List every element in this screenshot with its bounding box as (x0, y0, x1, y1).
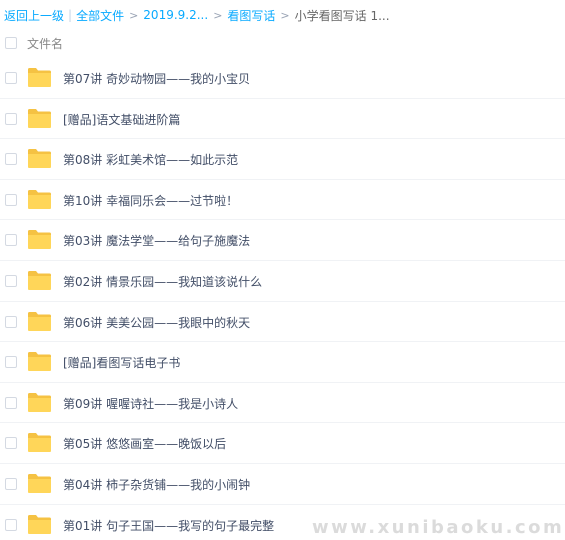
list-item[interactable]: 第02讲 情景乐园——我知道该说什么 (0, 261, 565, 302)
breadcrumb-all-files[interactable]: 全部文件 (76, 7, 124, 24)
list-header: 文件名 (0, 30, 565, 56)
list-item[interactable]: 第08讲 彩虹美术馆——如此示范 (0, 139, 565, 180)
breadcrumb-separator: > (213, 8, 223, 22)
row-checkbox[interactable] (5, 234, 17, 247)
folder-icon (27, 108, 52, 129)
folder-icon (27, 351, 52, 372)
row-checkbox[interactable] (5, 315, 17, 328)
folder-icon (27, 67, 52, 88)
back-link[interactable]: 返回上一级 (4, 7, 64, 24)
folder-name[interactable]: [赠品]语文基础进阶篇 (63, 111, 180, 128)
folder-name[interactable]: 第10讲 幸福同乐会——过节啦！ (63, 192, 238, 209)
breadcrumb-separator: > (129, 8, 139, 22)
folder-name[interactable]: 第09讲 喔喔诗社——我是小诗人 (63, 395, 238, 412)
row-checkbox[interactable] (5, 437, 17, 450)
folder-name[interactable]: 第03讲 魔法学堂——给句子施魔法 (63, 232, 250, 249)
breadcrumb-current: 小学看图写话 1... (294, 8, 390, 23)
folder-name[interactable]: 第07讲 奇妙动物园——我的小宝贝 (63, 70, 250, 87)
folder-name[interactable]: 第04讲 柿子杂货铺——我的小闹钟 (63, 476, 250, 493)
list-item[interactable]: [赠品]看图写话电子书 (0, 342, 565, 383)
row-checkbox[interactable] (5, 72, 17, 84)
column-header-filename[interactable]: 文件名 (27, 35, 63, 52)
folder-icon (27, 148, 52, 169)
folder-icon (27, 311, 52, 332)
folder-icon (27, 229, 52, 250)
folder-name[interactable]: 第08讲 彩虹美术馆——如此示范 (63, 151, 238, 168)
row-checkbox[interactable] (5, 112, 17, 125)
folder-name[interactable]: 第01讲 句子王国——我写的句子最完整 (63, 517, 274, 534)
folder-name[interactable]: 第02讲 情景乐园——我知道该说什么 (63, 273, 262, 290)
breadcrumb-separator: > (280, 8, 290, 22)
select-all-checkbox[interactable] (5, 37, 17, 49)
breadcrumb: 返回上一级 | 全部文件 > 2019.9.2... > 看图写话 > 小学看图… (4, 7, 390, 23)
list-item[interactable]: 第10讲 幸福同乐会——过节啦！ (0, 180, 565, 221)
row-checkbox[interactable] (5, 518, 17, 531)
folder-name[interactable]: [赠品]看图写话电子书 (63, 354, 180, 371)
row-checkbox[interactable] (5, 477, 17, 490)
folder-icon (27, 432, 52, 453)
folder-name[interactable]: 第05讲 悠悠画室——晚饭以后 (63, 435, 226, 452)
list-item[interactable]: 第05讲 悠悠画室——晚饭以后 (0, 423, 565, 464)
folder-icon (27, 514, 52, 535)
list-item[interactable]: [赠品]语文基础进阶篇 (0, 99, 565, 140)
list-item[interactable]: 第04讲 柿子杂货铺——我的小闹钟 (0, 464, 565, 505)
row-checkbox[interactable] (5, 193, 17, 206)
folder-icon (27, 473, 52, 494)
folder-icon (27, 270, 52, 291)
watermark: www.xunibaoku.com (312, 517, 565, 538)
folder-icon (27, 189, 52, 210)
list-item[interactable]: 第07讲 奇妙动物园——我的小宝贝 (0, 58, 565, 99)
folder-name[interactable]: 第06讲 美美公园——我眼中的秋天 (63, 314, 250, 331)
row-checkbox[interactable] (5, 396, 17, 409)
row-checkbox[interactable] (5, 356, 17, 369)
row-checkbox[interactable] (5, 274, 17, 287)
file-browser: 返回上一级 | 全部文件 > 2019.9.2... > 看图写话 > 小学看图… (0, 0, 565, 540)
row-checkbox[interactable] (5, 153, 17, 166)
breadcrumb-bar-separator: | (68, 8, 73, 22)
list-item[interactable]: 第09讲 喔喔诗社——我是小诗人 (0, 383, 565, 424)
folder-icon (27, 392, 52, 413)
list-item[interactable]: 第06讲 美美公园——我眼中的秋天 (0, 302, 565, 343)
list-item[interactable]: 第03讲 魔法学堂——给句子施魔法 (0, 220, 565, 261)
file-list: 第07讲 奇妙动物园——我的小宝贝 [赠品]语文基础进阶篇 第08讲 彩虹美术馆… (0, 58, 565, 540)
breadcrumb-folder-date[interactable]: 2019.9.2... (143, 8, 208, 22)
breadcrumb-folder-writing[interactable]: 看图写话 (227, 7, 275, 24)
